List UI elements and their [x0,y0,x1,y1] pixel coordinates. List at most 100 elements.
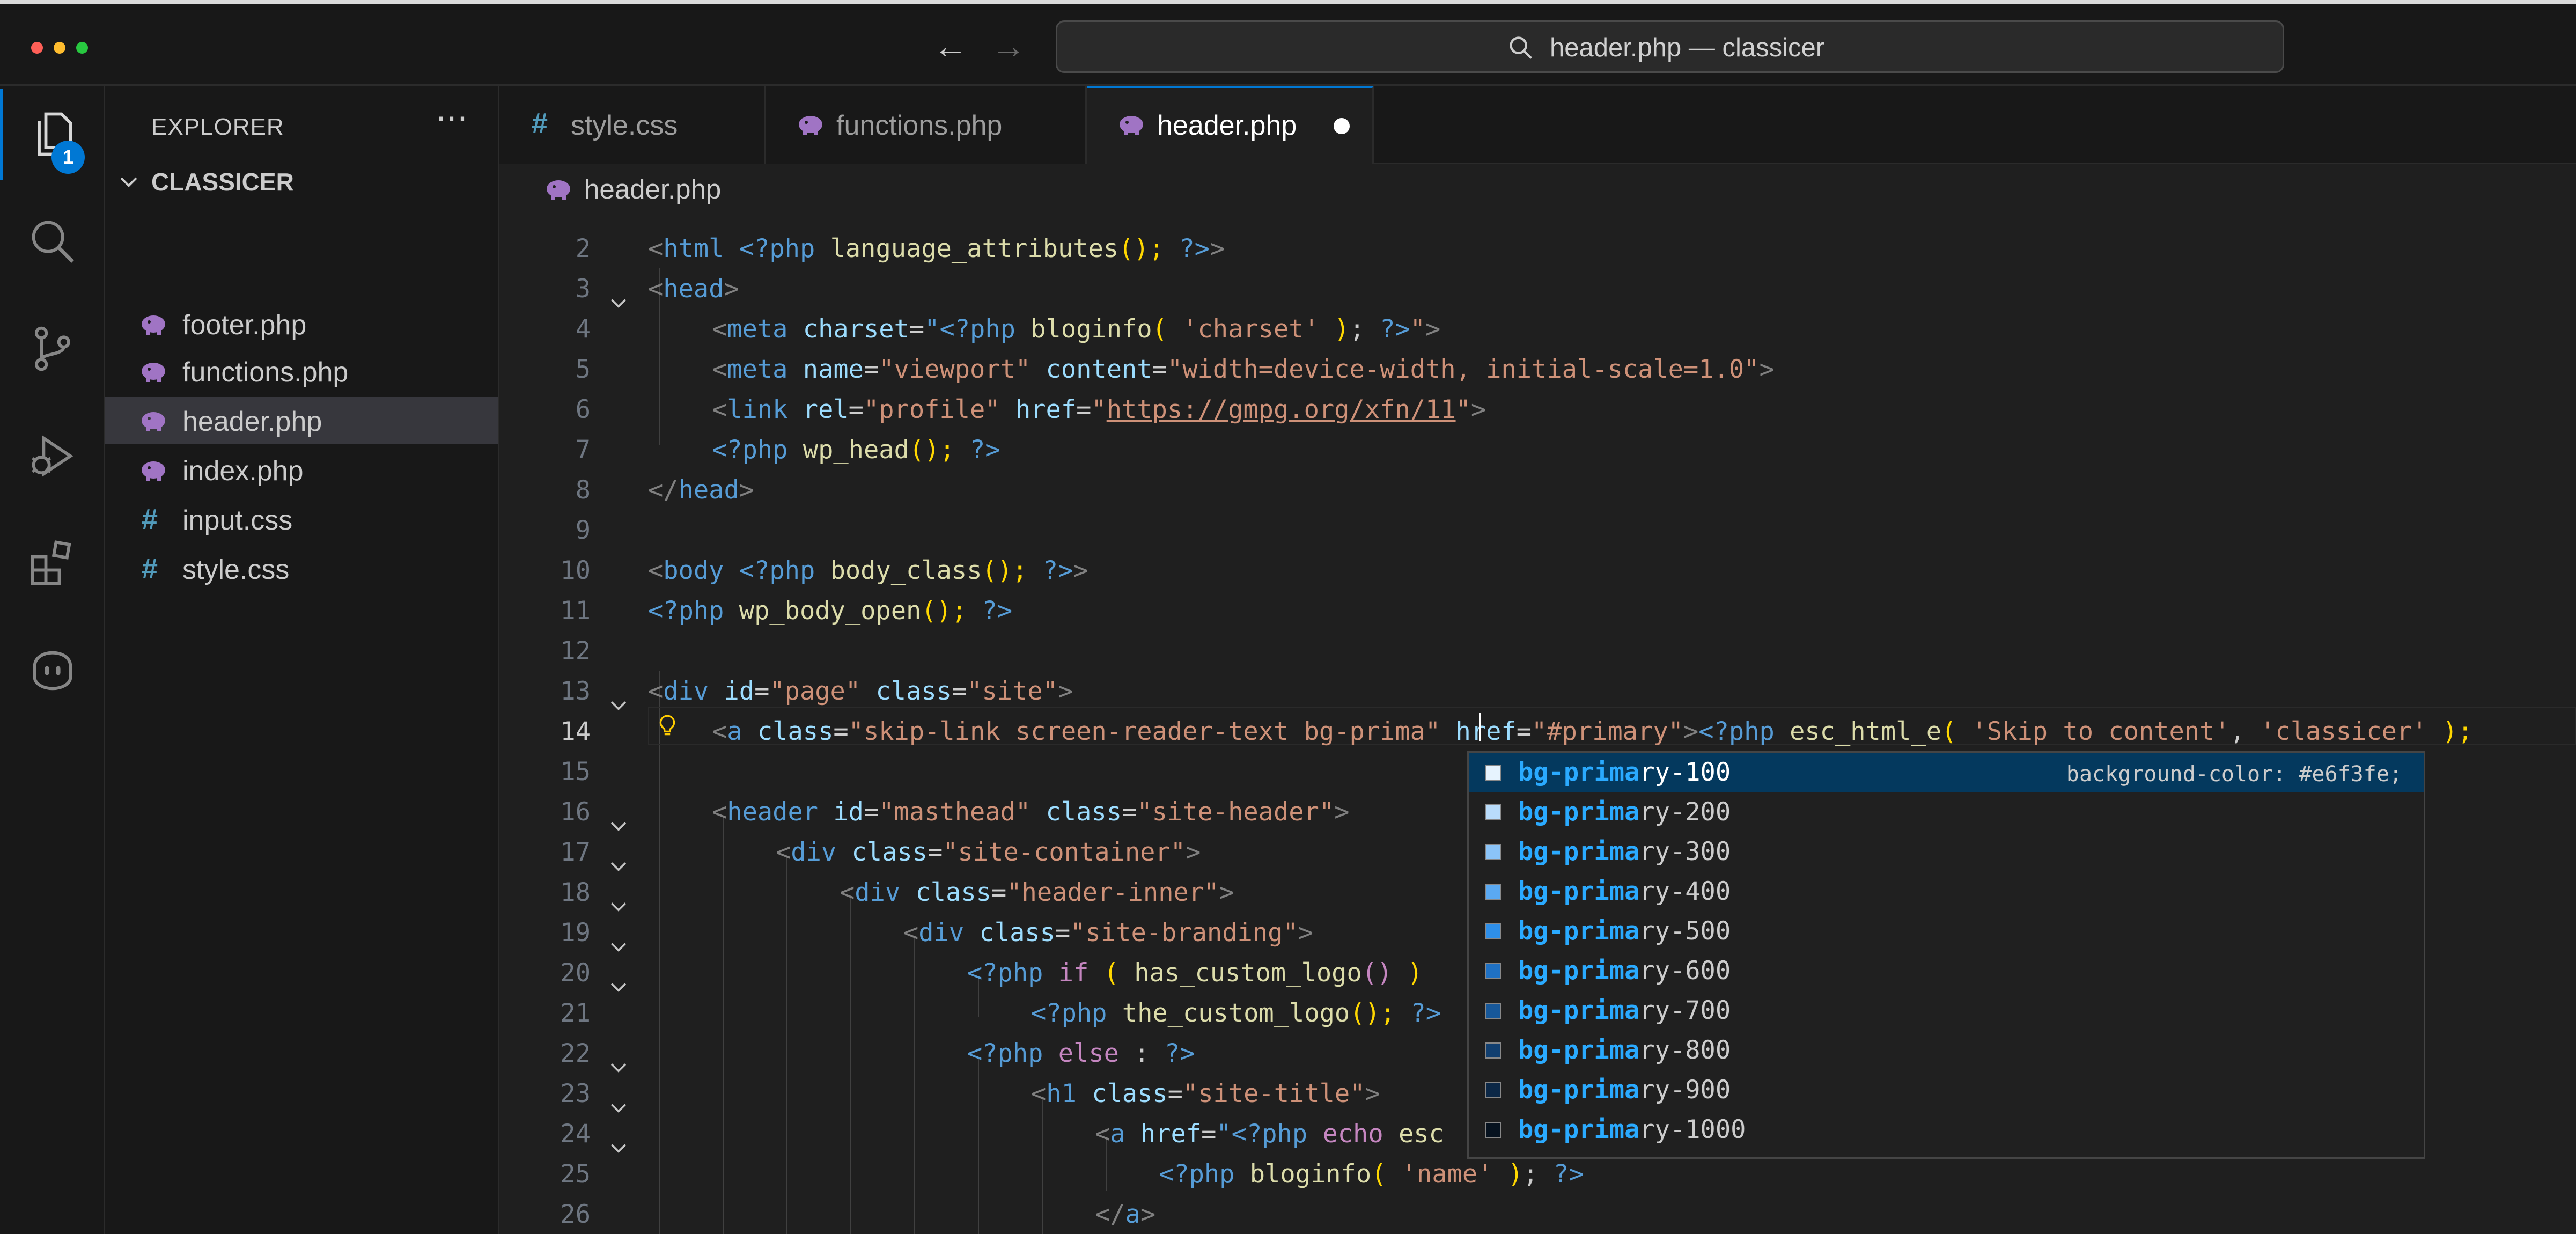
line-number: 5 [575,355,591,384]
code-line-16: <header id="masthead" class="site-header… [712,797,1350,827]
php-elephant-icon [142,315,165,335]
ellipsis-icon[interactable]: ⋯ [430,102,473,145]
suggestion-item[interactable]: bg-primary-800 [1469,1031,2424,1070]
code-line-22: <?php else : ?> [967,1039,1195,1068]
php-elephant-icon [1120,116,1143,135]
fold-chevron-icon[interactable] [607,894,630,918]
search-icon [1510,36,1533,60]
back-arrow-icon[interactable]: ← [929,25,972,68]
minimize-window-button[interactable] [54,42,65,54]
code-line-13: <div id="page" class="site"> [648,677,1073,706]
suggestion-item[interactable]: bg-primary-600 [1469,951,2424,991]
tab-functions-php[interactable]: functions.php [766,86,1087,164]
search-icon [32,221,74,263]
fold-chevron-icon[interactable] [607,693,630,717]
suggestion-item[interactable]: bg-primary-1000 [1469,1110,2424,1150]
file-name: style.css [182,554,290,585]
css-hash-icon: # [532,107,548,139]
forward-arrow-icon[interactable]: → [987,25,1030,68]
file-style-css[interactable]: # style.css [105,545,498,592]
line-number: 15 [560,757,591,787]
code-line-7: <?php wp_head(); ?> [712,435,1000,465]
suggestion-label: bg-primary-200 [1518,797,1731,827]
file-name: input.css [182,505,293,536]
line-number: 13 [560,677,591,706]
indent-guide [1042,1097,1043,1234]
line-number: 24 [560,1119,591,1149]
code-line-4: <meta charset="<?php bloginfo( 'charset'… [712,314,1441,344]
indent-guide [659,671,660,1234]
line-number-current: 14 [560,717,591,746]
breadcrumb-file[interactable]: header.php [584,174,721,205]
fold-chevron-icon[interactable] [607,814,630,838]
activity-search[interactable] [0,193,105,290]
code-line-17: <div class="site-container"> [776,838,1201,867]
line-number: 25 [560,1159,591,1189]
fold-chevron-icon[interactable] [607,975,630,998]
color-swatch-icon [1485,923,1501,939]
code-line-2: <html <?php language_attributes(); ?>> [648,234,1225,263]
line-number: 7 [575,435,591,465]
line-number: 8 [575,475,591,505]
source-control-icon [35,326,70,371]
color-swatch-icon [1485,804,1501,820]
suggestion-label: bg-primary-700 [1518,996,1731,1025]
code-line-5: <meta name="viewport" content="width=dev… [712,355,1775,384]
fold-chevron-icon[interactable] [607,854,630,878]
chevron-down-icon [120,177,137,187]
code-line-1-partial: <!DOCTYPE html> [648,215,875,221]
php-elephant-icon [547,180,570,200]
line-number: 10 [560,556,591,585]
fold-chevron-icon[interactable] [607,1096,630,1119]
suggestion-item[interactable]: bg-primary-700 [1469,991,2424,1031]
code-line-14: <a class="skip-link screen-reader-text b… [712,717,2473,746]
suggestion-item[interactable]: bg-primary-200 [1469,792,2424,832]
fold-chevron-icon[interactable] [607,935,630,958]
file-input-css[interactable]: # input.css [105,496,498,543]
command-center-title: header.php — classicer [1550,33,1825,62]
php-elephant-icon [142,461,165,481]
file-footer-php[interactable]: footer.php [105,300,498,348]
suggestion-item[interactable]: bg-primary-500 [1469,912,2424,951]
activity-copilot[interactable] [0,622,105,719]
suggestion-item[interactable]: bg-primary-100 background-color: #e6f3fe… [1469,753,2424,792]
activity-source-control[interactable] [0,300,105,397]
tab-header-php[interactable]: header.php [1087,86,1374,164]
suggestion-label: bg-primary-400 [1518,877,1731,906]
suggestion-item[interactable]: bg-primary-300 [1469,832,2424,872]
activity-extensions[interactable] [0,515,105,612]
line-number: 23 [560,1079,591,1108]
explorer-sidebar: EXPLORER ⋯ CLASSICER footer.php function… [105,86,499,1234]
close-window-button[interactable] [31,42,43,54]
activity-explorer[interactable]: 1 [0,86,105,182]
fold-chevron-icon[interactable] [607,1055,630,1079]
unsaved-dot-icon[interactable] [1334,118,1350,134]
lightbulb-icon[interactable] [654,713,681,739]
activity-run-debug[interactable] [0,408,105,504]
maximize-window-button[interactable] [76,42,88,54]
suggestion-label: bg-primary-100 [1518,758,1731,787]
tab-style-css[interactable]: # style.css [499,86,766,164]
color-swatch-icon [1485,844,1501,860]
suggestion-item[interactable]: bg-primary-900 [1469,1070,2424,1110]
suggestion-item[interactable]: bg-primary-400 [1469,872,2424,912]
file-header-php[interactable]: header.php [105,397,498,444]
css-hash-icon: # [142,553,158,585]
file-functions-php[interactable]: functions.php [105,348,498,395]
suggestion-label: bg-primary-600 [1518,956,1731,986]
file-index-php[interactable]: index.php [105,446,498,494]
color-swatch-icon [1485,1003,1501,1019]
code-line-21: <?php the_custom_logo(); ?> [1031,998,1441,1028]
line-number: 4 [575,314,591,344]
line-number: 12 [560,636,591,666]
fold-chevron-icon[interactable] [607,1136,630,1159]
suggestion-label: bg-primary-800 [1518,1035,1731,1065]
indent-guide [786,856,787,1234]
profile-link[interactable]: https://gmpg.org/xfn/11 [1107,395,1456,424]
code-line-18: <div class="header-inner"> [840,878,1234,907]
fold-chevron-icon[interactable] [607,291,630,314]
code-line-23: <h1 class="site-title"> [1031,1079,1380,1108]
command-center-search[interactable]: header.php — classicer [1056,20,2284,73]
code-line-25: <?php bloginfo( 'name' ); ?> [1159,1159,1584,1189]
php-elephant-icon [142,412,165,431]
